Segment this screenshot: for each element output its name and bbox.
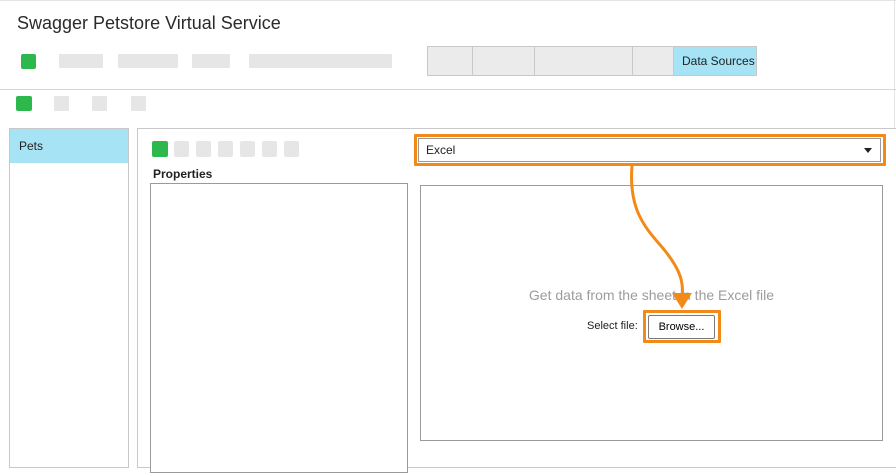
- action-button-2[interactable]: [92, 96, 107, 111]
- operations-list: Pets: [9, 128, 129, 468]
- tab-4[interactable]: [633, 47, 674, 75]
- dropdown-highlight: [414, 134, 886, 166]
- properties-list[interactable]: [150, 183, 408, 473]
- select-file-label: Select file:: [587, 320, 638, 332]
- data-source-hint: Get data from the sheet in the Excel fil…: [528, 287, 775, 303]
- toolbar-button-1[interactable]: [59, 54, 103, 68]
- panel-button-5[interactable]: [262, 141, 277, 157]
- header-divider: [0, 89, 896, 90]
- toolbar-primary-button[interactable]: [21, 54, 36, 69]
- sidebar-item-pets[interactable]: Pets: [10, 129, 128, 163]
- window-top-border: [0, 0, 896, 1]
- tab-data-sources[interactable]: Data Sources: [674, 47, 756, 75]
- toolbar-button-2[interactable]: [118, 54, 178, 68]
- action-button-1[interactable]: [54, 96, 69, 111]
- panel-button-4[interactable]: [240, 141, 255, 157]
- properties-label: Properties: [153, 167, 213, 181]
- panel-button-2[interactable]: [196, 141, 211, 157]
- browse-highlight: [643, 310, 721, 343]
- add-data-source-button[interactable]: [152, 141, 168, 157]
- toolbar-button-3[interactable]: [192, 54, 230, 68]
- tab-1[interactable]: [428, 47, 473, 75]
- panel-button-6[interactable]: [284, 141, 299, 157]
- action-button-3[interactable]: [131, 96, 146, 111]
- toolbar-button-4[interactable]: [249, 54, 392, 68]
- app-title: Swagger Petstore Virtual Service: [17, 13, 281, 33]
- tab-bar: Data Sources: [427, 46, 757, 76]
- add-button[interactable]: [16, 96, 32, 111]
- panel-button-1[interactable]: [174, 141, 189, 157]
- tab-3[interactable]: [535, 47, 633, 75]
- tab-2[interactable]: [473, 47, 535, 75]
- panel-button-3[interactable]: [218, 141, 233, 157]
